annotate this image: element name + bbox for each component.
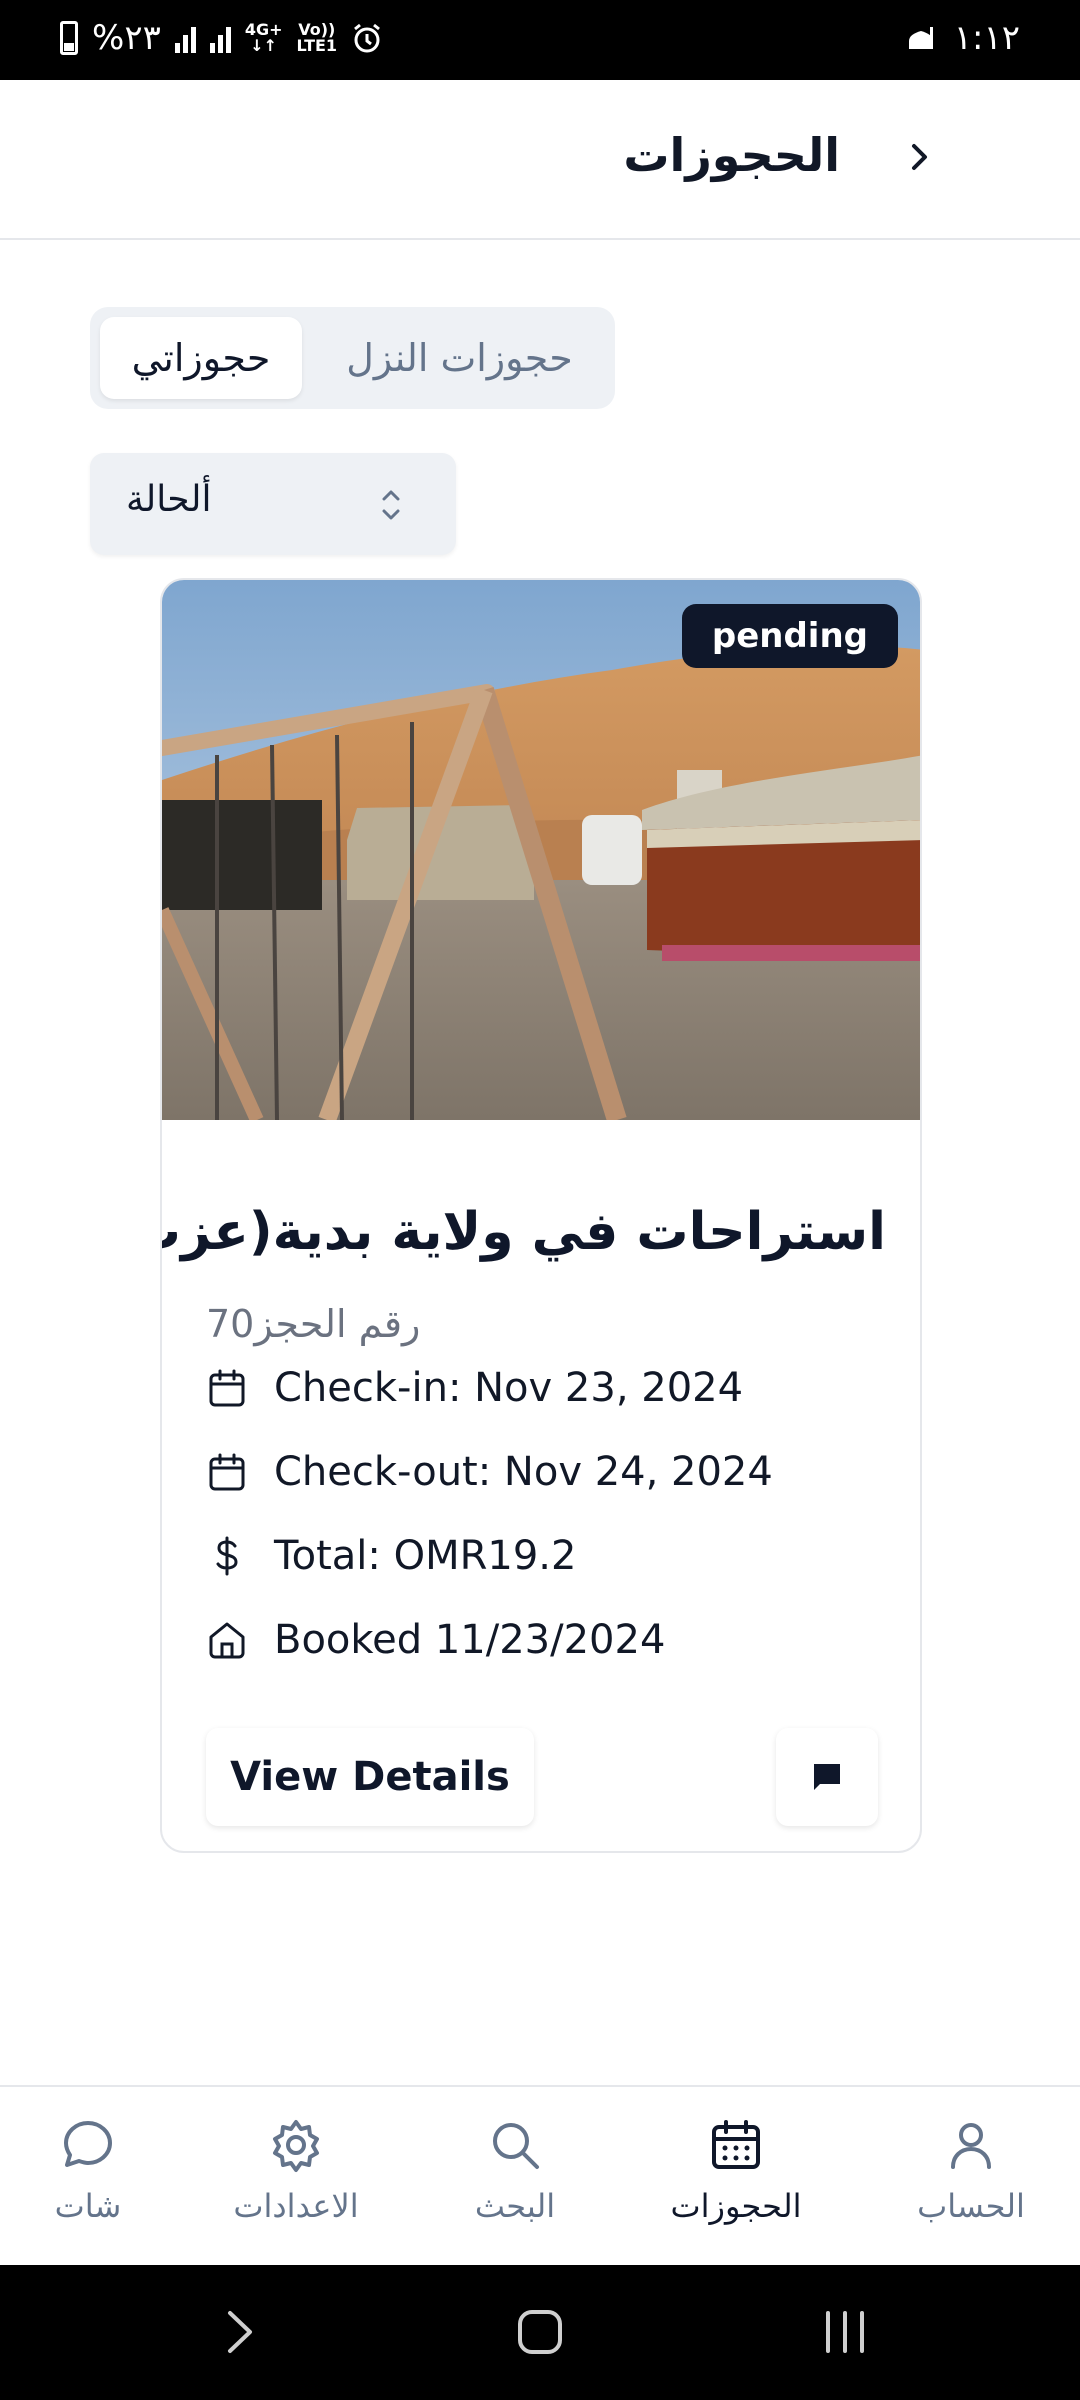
battery-level: %٢٣ — [92, 18, 161, 58]
nav-chat-label: شات — [54, 2187, 122, 2225]
booked-row: Booked 11/23/2024 — [206, 1610, 665, 1670]
clock: ١:١٢ — [953, 18, 1020, 58]
message-host-button[interactable] — [776, 1728, 878, 1826]
dollar-icon — [216, 1536, 238, 1576]
tab-my-bookings[interactable]: حجوزاتي — [100, 317, 302, 399]
network-type: 4G+ ↓↑ — [244, 20, 283, 55]
chevron-right-icon[interactable] — [895, 132, 945, 182]
gear-icon — [273, 2120, 319, 2172]
volte-indicator: Vo)) LTE1 — [296, 20, 338, 55]
alarm-icon — [354, 23, 380, 53]
bookings-tab-group: حجوزاتي حجوزات النزل — [90, 307, 615, 409]
app-header: الحجوزات — [0, 80, 1080, 240]
nav-bookings[interactable]: الحجوزات — [636, 2117, 836, 2225]
view-details-button[interactable]: View Details — [206, 1728, 534, 1826]
total-row: Total: OMR19.2 — [206, 1526, 576, 1586]
check-out-row: Check-out: Nov 24, 2024 — [206, 1442, 773, 1502]
nav-chat[interactable]: شات — [0, 2117, 188, 2225]
calendar-icon — [209, 1369, 245, 1407]
check-out-text: Check-out: Nov 24, 2024 — [274, 1449, 773, 1495]
listing-title: استراحات في ولاية بدية(عزب) — [160, 1202, 886, 1262]
chat-bubble-icon — [64, 2121, 112, 2167]
signal-icon — [174, 23, 196, 53]
nav-settings[interactable]: الاعدادات — [196, 2117, 396, 2225]
recent-apps-icon[interactable] — [820, 2307, 870, 2357]
signal-icon-2 — [209, 23, 231, 53]
nav-account[interactable]: الحساب — [871, 2117, 1071, 2225]
back-chevron-icon[interactable] — [220, 2307, 260, 2357]
nav-settings-label: الاعدادات — [233, 2187, 359, 2225]
calendar-icon — [712, 2120, 760, 2169]
page-title: الحجوزات — [623, 128, 840, 182]
chevron-up-down-icon — [382, 490, 400, 520]
message-icon — [814, 1764, 840, 1790]
battery-icon — [60, 21, 78, 55]
nav-account-label: الحساب — [917, 2187, 1025, 2225]
status-filter-select[interactable]: ألحالة — [90, 453, 456, 555]
home-icon — [209, 1622, 245, 1659]
nav-search[interactable]: البحث — [415, 2117, 615, 2225]
mosque-icon — [908, 27, 933, 49]
check-in-text: Check-in: Nov 23, 2024 — [274, 1365, 744, 1411]
status-bar: %٢٣ 4G+ ↓↑ Vo)) LTE1 ١:١٢ — [0, 0, 1080, 80]
user-icon — [951, 2123, 991, 2169]
total-text: Total: OMR19.2 — [274, 1533, 577, 1579]
status-badge: pending — [681, 604, 898, 668]
nav-bookings-label: الحجوزات — [670, 2187, 802, 2225]
system-navigation-bar — [0, 2265, 1080, 2400]
search-icon — [493, 2123, 539, 2169]
tab-guest-bookings[interactable]: حجوزات النزل — [312, 317, 607, 399]
check-in-row: Check-in: Nov 23, 2024 — [206, 1358, 743, 1418]
status-filter-label: ألحالة — [126, 479, 212, 520]
home-button-icon[interactable] — [517, 2307, 563, 2357]
booking-card: pending استراحات في ولاية بدية(عزب) رقم … — [160, 578, 922, 1853]
booked-date-text: Booked 11/23/2024 — [274, 1617, 666, 1663]
calendar-icon — [209, 1453, 245, 1491]
booking-number: رقم الحجز70 — [206, 1302, 421, 1346]
nav-search-label: البحث — [474, 2187, 556, 2225]
bottom-navigation: شات الاعدادات البحث الحجوزات الحساب — [0, 2085, 1080, 2265]
